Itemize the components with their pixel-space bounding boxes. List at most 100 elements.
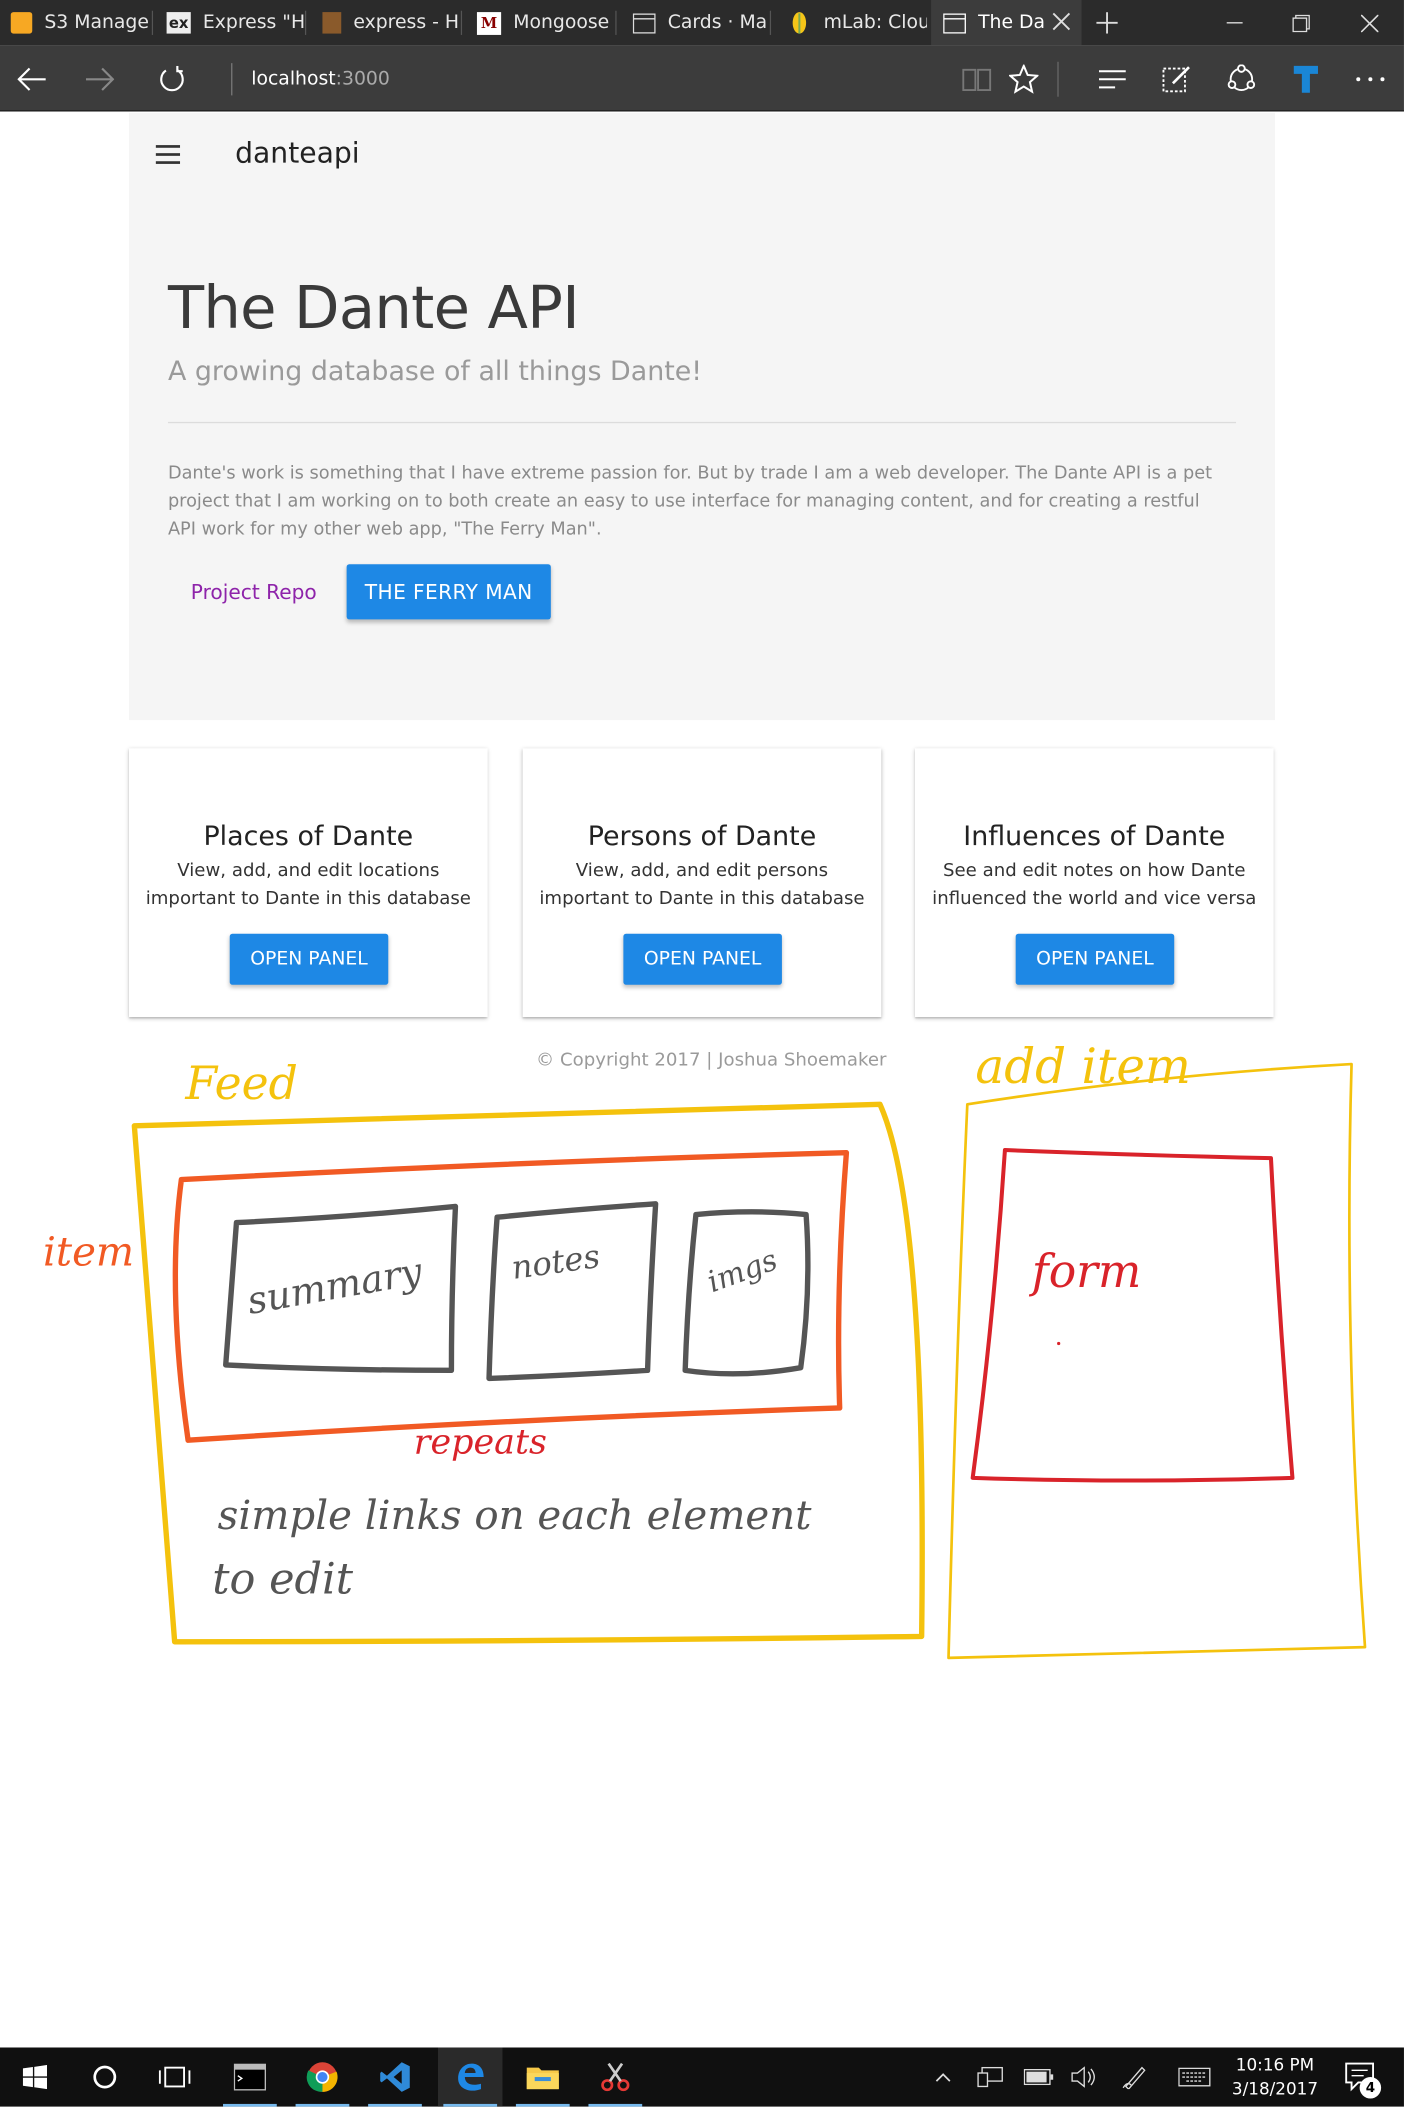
site-brand[interactable]: danteapi: [235, 137, 360, 169]
hamburger-menu-icon[interactable]: [155, 145, 181, 164]
address-bar[interactable]: localhost:3000: [231, 63, 390, 96]
web-note-icon: [1162, 65, 1190, 92]
back-button[interactable]: [3, 46, 62, 112]
taskbar-cmd[interactable]: [218, 2047, 282, 2107]
network-tray-icon[interactable]: [973, 2047, 1008, 2106]
pen-ink-tray-icon[interactable]: [1118, 2047, 1153, 2106]
tab-s3-manage[interactable]: S3 Manage: [0, 0, 154, 46]
back-arrow-icon: [17, 67, 46, 91]
open-panel-button[interactable]: OPEN PANEL: [623, 933, 782, 985]
forward-button[interactable]: [70, 46, 129, 112]
page-description: Dante's work is something that I have ex…: [167, 463, 1213, 541]
ferry-man-button[interactable]: THE FERRY MAN: [346, 564, 551, 620]
address-port: :3000: [335, 68, 390, 91]
minimize-button[interactable]: [1204, 0, 1266, 46]
imgs-box-sketch: [682, 1209, 811, 1377]
tab-express[interactable]: express - H: [312, 0, 463, 46]
feed-label-sketch: Feed: [184, 1057, 297, 1110]
taskbar-clock[interactable]: 10:16 PM 3/18/2017: [1223, 2053, 1328, 2101]
taskbar-chrome[interactable]: [290, 2047, 354, 2107]
hero-section: danteapi The Dante API A growing databas…: [128, 112, 1275, 721]
extension-button[interactable]: [1276, 46, 1335, 112]
tab-mongoose[interactable]: M Mongoose: [466, 0, 617, 46]
book-icon: [322, 12, 342, 34]
taskbar-file-explorer[interactable]: [511, 2047, 575, 2107]
show-hidden-icons-button[interactable]: [930, 2047, 957, 2106]
card-text: See and edit notes on how Dante influenc…: [932, 859, 1257, 909]
card-title: Places of Dante: [203, 819, 414, 852]
card-text: View, add, and edit persons important to…: [539, 859, 865, 909]
tab-title: express - H: [353, 12, 460, 34]
imgs-label-sketch: imgs: [703, 1243, 782, 1299]
browser-toolbar: localhost:3000: [0, 45, 1404, 112]
card-persons: Persons of Dante View, add, and edit per…: [522, 748, 882, 1018]
hub-button[interactable]: [1083, 46, 1142, 112]
cortana-button[interactable]: [73, 2047, 137, 2106]
taskbar-vscode[interactable]: [363, 2047, 427, 2107]
form-box-sketch: [970, 1148, 1295, 1483]
open-panel-button[interactable]: OPEN PANEL: [1015, 933, 1175, 985]
forward-arrow-icon: [85, 67, 115, 91]
card-places: Places of Dante View, add, and edit loca…: [128, 748, 488, 1018]
star-icon: [1008, 63, 1039, 94]
express-ex-icon: ex: [166, 12, 191, 34]
clock-time: 10:16 PM: [1235, 2054, 1315, 2075]
divider: [167, 421, 1237, 424]
command-prompt-icon: [233, 2063, 267, 2091]
task-view-icon: [158, 2066, 191, 2088]
refresh-button[interactable]: [142, 46, 201, 112]
favorite-button[interactable]: [994, 46, 1053, 112]
battery-tray-icon[interactable]: [1021, 2047, 1056, 2106]
taskbar-snipping-tool[interactable]: [583, 2047, 647, 2107]
chevron-up-icon: [935, 2073, 951, 2082]
action-center-button[interactable]: 4: [1338, 2047, 1384, 2106]
page-title: The Dante API: [167, 274, 580, 343]
project-repo-link[interactable]: Project Repo: [191, 580, 317, 604]
ink-dot: [1057, 1341, 1061, 1346]
tab-title: Express "H: [202, 12, 306, 34]
item-label-sketch: item: [43, 1229, 134, 1276]
task-view-button[interactable]: [142, 2047, 206, 2106]
taskbar-edge[interactable]: [437, 2047, 503, 2107]
repeats-label-sketch: repeats: [414, 1423, 547, 1463]
more-button[interactable]: [1341, 46, 1400, 112]
toolbar-divider: [1057, 61, 1059, 97]
restore-button[interactable]: [1270, 0, 1332, 46]
close-window-button[interactable]: [1338, 0, 1400, 46]
tab-mlab[interactable]: mLab: Clou: [777, 0, 927, 46]
web-note-button[interactable]: [1147, 46, 1206, 112]
folder-icon: [526, 2067, 559, 2090]
tab-express-hello[interactable]: ex Express "H: [156, 0, 307, 46]
mlab-leaf-icon: [787, 11, 811, 35]
volume-tray-icon[interactable]: [1067, 2047, 1102, 2106]
page-subtitle: A growing database of all things Dante!: [167, 354, 703, 387]
scissors-icon: [601, 2062, 630, 2092]
plus-icon: [1096, 12, 1118, 34]
tab-title: Cards · Ma: [667, 12, 768, 34]
open-panel-button[interactable]: OPEN PANEL: [229, 933, 389, 985]
tab-title: Mongoose: [513, 12, 610, 34]
clock-date: 3/18/2017: [1231, 2078, 1319, 2099]
tab-the-dante-api[interactable]: The Da: [931, 0, 1082, 46]
close-tab-icon[interactable]: [1052, 12, 1071, 36]
start-button[interactable]: [3, 2047, 67, 2106]
add-item-box-sketch: [947, 1062, 1367, 1660]
notes-box-sketch: [486, 1201, 659, 1382]
browser-tab-strip: S3 Manage ex Express "H express - H M Mo…: [0, 0, 1404, 46]
note-line1-sketch: simple links on each element: [218, 1492, 813, 1539]
hub-icon: [1098, 69, 1126, 88]
vscode-icon: [380, 2062, 410, 2092]
windows-taskbar: 10:16 PM 3/18/2017 4: [0, 2047, 1404, 2107]
refresh-icon: [160, 65, 184, 91]
new-tab-button[interactable]: [1076, 0, 1138, 46]
card-title: Influences of Dante: [963, 819, 1226, 852]
close-icon: [1360, 14, 1378, 32]
windows-logo-icon: [22, 2064, 48, 2090]
touch-keyboard-tray-icon[interactable]: [1174, 2047, 1214, 2106]
tab-cards[interactable]: Cards · Ma: [621, 0, 772, 46]
card-influences: Influences of Dante See and edit notes o…: [914, 748, 1274, 1018]
tab-title: The Da: [978, 12, 1046, 34]
share-button[interactable]: [1212, 46, 1271, 112]
reading-view-icon: [962, 68, 992, 91]
notes-label-sketch: notes: [509, 1237, 602, 1287]
